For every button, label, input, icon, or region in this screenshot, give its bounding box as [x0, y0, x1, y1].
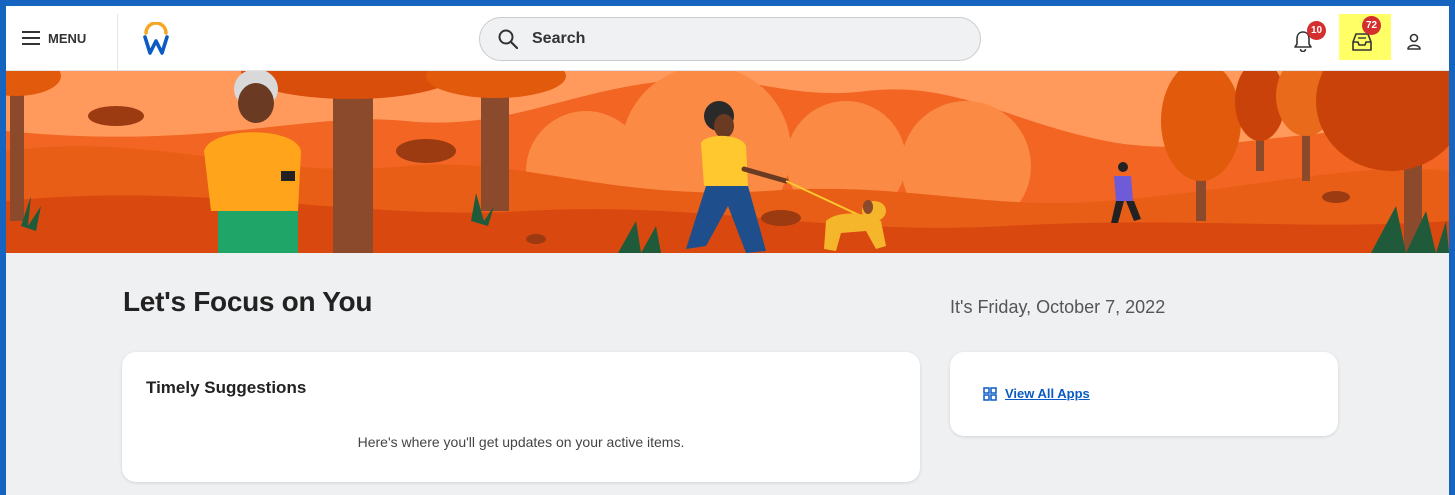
view-all-apps-label: View All Apps: [1005, 386, 1090, 401]
inbox-button[interactable]: 72: [1339, 14, 1391, 60]
apps-grid-icon: [983, 386, 997, 401]
inbox-badge: 72: [1362, 16, 1381, 35]
timely-suggestions-card: Timely Suggestions Here's where you'll g…: [122, 352, 920, 482]
search-bar[interactable]: [479, 17, 981, 61]
menu-button[interactable]: MENU: [22, 24, 86, 52]
search-icon: [498, 29, 518, 49]
apps-card: View All Apps: [950, 352, 1338, 436]
top-bar: MENU 10 72: [6, 6, 1449, 71]
card-empty-message: Here's where you'll get updates on your …: [357, 434, 685, 450]
user-icon[interactable]: [1406, 33, 1422, 51]
notifications-badge: 10: [1307, 21, 1326, 40]
notifications-button[interactable]: 10: [1294, 21, 1326, 56]
search-input[interactable]: [530, 29, 934, 49]
header-divider: [117, 14, 118, 70]
app-window: MENU 10 72: [6, 6, 1449, 495]
date-text: It's Friday, October 7, 2022: [950, 297, 1166, 317]
view-all-apps-link[interactable]: View All Apps: [983, 386, 1090, 401]
page-title: Let's Focus on You: [123, 286, 373, 317]
inbox-icon: [1352, 33, 1372, 51]
workday-logo[interactable]: [141, 22, 171, 56]
hamburger-icon: [22, 31, 40, 45]
card-title: Timely Suggestions: [146, 378, 307, 397]
autumn-banner-illustration: [6, 71, 1449, 253]
menu-label: MENU: [48, 30, 87, 46]
